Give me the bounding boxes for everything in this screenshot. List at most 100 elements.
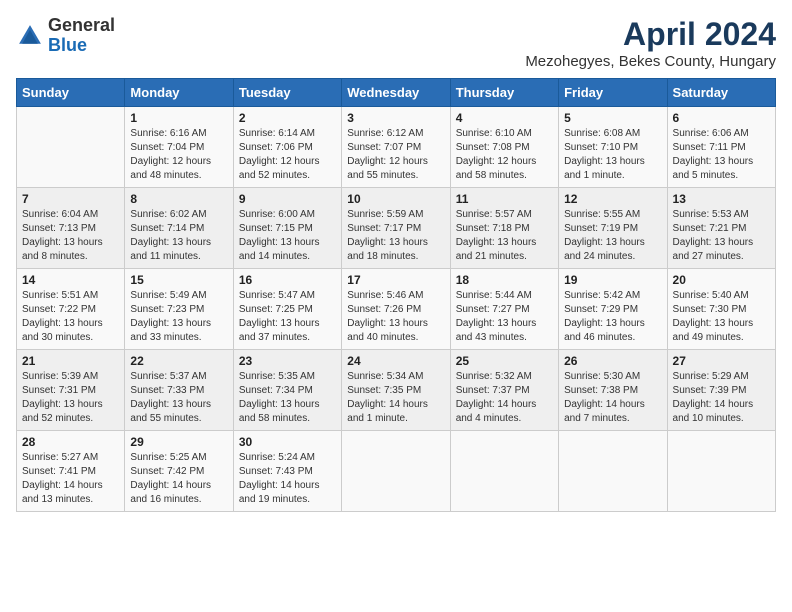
calendar-cell: 22 Sunrise: 5:37 AM Sunset: 7:33 PM Dayli… bbox=[125, 350, 233, 431]
calendar-cell: 5Sunrise: 6:08 AM Sunset: 7:10 PM Daylig… bbox=[559, 107, 667, 188]
day-info: Sunrise: 5:24 AM Sunset: 7:43 PM Dayligh… bbox=[239, 451, 336, 507]
day-info: Sunrise: 6:04 AM Sunset: 7:13 PM Dayligh… bbox=[22, 208, 119, 264]
day-info: Sunrise: 5:53 AM Sunset: 7:21 PM Dayligh… bbox=[673, 208, 770, 264]
calendar-week-row: 28Sunrise: 5:27 AM Sunset: 7:41 PM Dayli… bbox=[17, 431, 776, 512]
day-number: 7 bbox=[22, 192, 119, 206]
day-info: Sunrise: 6:02 AM Sunset: 7:14 PM Dayligh… bbox=[130, 208, 227, 264]
calendar-cell: 10 Sunrise: 5:59 AM Sunset: 7:17 PM Dayli… bbox=[342, 188, 450, 269]
day-number: 22 bbox=[130, 354, 227, 368]
day-info: Sunrise: 5:55 AM Sunset: 7:19 PM Dayligh… bbox=[564, 208, 661, 264]
day-info: Sunrise: 6:06 AM Sunset: 7:11 PM Dayligh… bbox=[673, 127, 770, 183]
day-info: Sunrise: 5:44 AM Sunset: 7:27 PM Dayligh… bbox=[456, 289, 553, 345]
day-number: 24 bbox=[347, 354, 444, 368]
day-number: 16 bbox=[239, 273, 336, 287]
weekday-header: Sunday bbox=[17, 79, 125, 107]
calendar-cell: 23 Sunrise: 5:35 AM Sunset: 7:34 PM Dayli… bbox=[233, 350, 341, 431]
calendar-cell bbox=[17, 107, 125, 188]
weekday-header: Tuesday bbox=[233, 79, 341, 107]
day-info: Sunrise: 5:46 AM Sunset: 7:26 PM Dayligh… bbox=[347, 289, 444, 345]
day-number: 8 bbox=[130, 192, 227, 206]
day-number: 3 bbox=[347, 111, 444, 125]
weekday-header: Saturday bbox=[667, 79, 775, 107]
calendar-cell: 29Sunrise: 5:25 AM Sunset: 7:42 PM Dayli… bbox=[125, 431, 233, 512]
calendar-week-row: 7 Sunrise: 6:04 AM Sunset: 7:13 PM Daylig… bbox=[17, 188, 776, 269]
logo-icon bbox=[16, 22, 44, 50]
day-number: 30 bbox=[239, 435, 336, 449]
calendar-cell: 4 Sunrise: 6:10 AM Sunset: 7:08 PM Daylig… bbox=[450, 107, 558, 188]
day-number: 2 bbox=[239, 111, 336, 125]
day-info: Sunrise: 5:40 AM Sunset: 7:30 PM Dayligh… bbox=[673, 289, 770, 345]
calendar-cell: 26Sunrise: 5:30 AM Sunset: 7:38 PM Dayli… bbox=[559, 350, 667, 431]
day-info: Sunrise: 5:25 AM Sunset: 7:42 PM Dayligh… bbox=[130, 451, 227, 507]
calendar-cell bbox=[450, 431, 558, 512]
day-info: Sunrise: 5:49 AM Sunset: 7:23 PM Dayligh… bbox=[130, 289, 227, 345]
calendar-week-row: 21 Sunrise: 5:39 AM Sunset: 7:31 PM Dayli… bbox=[17, 350, 776, 431]
calendar-cell: 8 Sunrise: 6:02 AM Sunset: 7:14 PM Daylig… bbox=[125, 188, 233, 269]
day-info: Sunrise: 6:14 AM Sunset: 7:06 PM Dayligh… bbox=[239, 127, 336, 183]
calendar-week-row: 14Sunrise: 5:51 AM Sunset: 7:22 PM Dayli… bbox=[17, 269, 776, 350]
day-info: Sunrise: 5:57 AM Sunset: 7:18 PM Dayligh… bbox=[456, 208, 553, 264]
day-info: Sunrise: 5:47 AM Sunset: 7:25 PM Dayligh… bbox=[239, 289, 336, 345]
day-info: Sunrise: 5:59 AM Sunset: 7:17 PM Dayligh… bbox=[347, 208, 444, 264]
day-info: Sunrise: 5:39 AM Sunset: 7:31 PM Dayligh… bbox=[22, 370, 119, 426]
day-info: Sunrise: 5:32 AM Sunset: 7:37 PM Dayligh… bbox=[456, 370, 553, 426]
day-number: 4 bbox=[456, 111, 553, 125]
logo-text: General Blue bbox=[48, 16, 115, 56]
day-info: Sunrise: 5:37 AM Sunset: 7:33 PM Dayligh… bbox=[130, 370, 227, 426]
calendar-cell: 13Sunrise: 5:53 AM Sunset: 7:21 PM Dayli… bbox=[667, 188, 775, 269]
day-info: Sunrise: 6:00 AM Sunset: 7:15 PM Dayligh… bbox=[239, 208, 336, 264]
day-number: 10 bbox=[347, 192, 444, 206]
day-number: 6 bbox=[673, 111, 770, 125]
day-info: Sunrise: 5:51 AM Sunset: 7:22 PM Dayligh… bbox=[22, 289, 119, 345]
title-block: April 2024 Mezohegyes, Bekes County, Hun… bbox=[525, 16, 776, 70]
calendar-cell: 25 Sunrise: 5:32 AM Sunset: 7:37 PM Dayli… bbox=[450, 350, 558, 431]
page-header: General Blue April 2024 Mezohegyes, Beke… bbox=[16, 16, 776, 70]
weekday-header: Friday bbox=[559, 79, 667, 107]
calendar-cell: 30 Sunrise: 5:24 AM Sunset: 7:43 PM Dayli… bbox=[233, 431, 341, 512]
day-number: 27 bbox=[673, 354, 770, 368]
calendar-cell: 27 Sunrise: 5:29 AM Sunset: 7:39 PM Dayli… bbox=[667, 350, 775, 431]
day-info: Sunrise: 5:42 AM Sunset: 7:29 PM Dayligh… bbox=[564, 289, 661, 345]
calendar-cell: 6 Sunrise: 6:06 AM Sunset: 7:11 PM Daylig… bbox=[667, 107, 775, 188]
day-number: 12 bbox=[564, 192, 661, 206]
calendar-cell: 12 Sunrise: 5:55 AM Sunset: 7:19 PM Dayli… bbox=[559, 188, 667, 269]
day-info: Sunrise: 6:10 AM Sunset: 7:08 PM Dayligh… bbox=[456, 127, 553, 183]
calendar-cell: 1Sunrise: 6:16 AM Sunset: 7:04 PM Daylig… bbox=[125, 107, 233, 188]
calendar-table: SundayMondayTuesdayWednesdayThursdayFrid… bbox=[16, 78, 776, 512]
day-number: 5 bbox=[564, 111, 661, 125]
calendar-cell: 16 Sunrise: 5:47 AM Sunset: 7:25 PM Dayli… bbox=[233, 269, 341, 350]
day-number: 18 bbox=[456, 273, 553, 287]
calendar-cell: 3 Sunrise: 6:12 AM Sunset: 7:07 PM Daylig… bbox=[342, 107, 450, 188]
weekday-header-row: SundayMondayTuesdayWednesdayThursdayFrid… bbox=[17, 79, 776, 107]
day-number: 21 bbox=[22, 354, 119, 368]
day-number: 28 bbox=[22, 435, 119, 449]
logo-general: General bbox=[48, 15, 115, 35]
calendar-cell: 2 Sunrise: 6:14 AM Sunset: 7:06 PM Daylig… bbox=[233, 107, 341, 188]
calendar-cell: 9Sunrise: 6:00 AM Sunset: 7:15 PM Daylig… bbox=[233, 188, 341, 269]
day-info: Sunrise: 5:35 AM Sunset: 7:34 PM Dayligh… bbox=[239, 370, 336, 426]
calendar-cell: 19 Sunrise: 5:42 AM Sunset: 7:29 PM Dayli… bbox=[559, 269, 667, 350]
day-info: Sunrise: 5:29 AM Sunset: 7:39 PM Dayligh… bbox=[673, 370, 770, 426]
weekday-header: Monday bbox=[125, 79, 233, 107]
calendar-cell: 20Sunrise: 5:40 AM Sunset: 7:30 PM Dayli… bbox=[667, 269, 775, 350]
day-number: 25 bbox=[456, 354, 553, 368]
calendar-cell: 15 Sunrise: 5:49 AM Sunset: 7:23 PM Dayli… bbox=[125, 269, 233, 350]
day-number: 19 bbox=[564, 273, 661, 287]
day-number: 23 bbox=[239, 354, 336, 368]
calendar-week-row: 1Sunrise: 6:16 AM Sunset: 7:04 PM Daylig… bbox=[17, 107, 776, 188]
day-number: 15 bbox=[130, 273, 227, 287]
day-info: Sunrise: 6:16 AM Sunset: 7:04 PM Dayligh… bbox=[130, 127, 227, 183]
calendar-cell bbox=[559, 431, 667, 512]
calendar-cell bbox=[667, 431, 775, 512]
day-info: Sunrise: 6:12 AM Sunset: 7:07 PM Dayligh… bbox=[347, 127, 444, 183]
subtitle: Mezohegyes, Bekes County, Hungary bbox=[525, 53, 776, 70]
calendar-cell bbox=[342, 431, 450, 512]
day-number: 26 bbox=[564, 354, 661, 368]
calendar-cell: 21 Sunrise: 5:39 AM Sunset: 7:31 PM Dayli… bbox=[17, 350, 125, 431]
weekday-header: Thursday bbox=[450, 79, 558, 107]
calendar-cell: 7 Sunrise: 6:04 AM Sunset: 7:13 PM Daylig… bbox=[17, 188, 125, 269]
calendar-cell: 11Sunrise: 5:57 AM Sunset: 7:18 PM Dayli… bbox=[450, 188, 558, 269]
logo-blue: Blue bbox=[48, 35, 87, 55]
calendar-cell: 18 Sunrise: 5:44 AM Sunset: 7:27 PM Dayli… bbox=[450, 269, 558, 350]
day-number: 17 bbox=[347, 273, 444, 287]
